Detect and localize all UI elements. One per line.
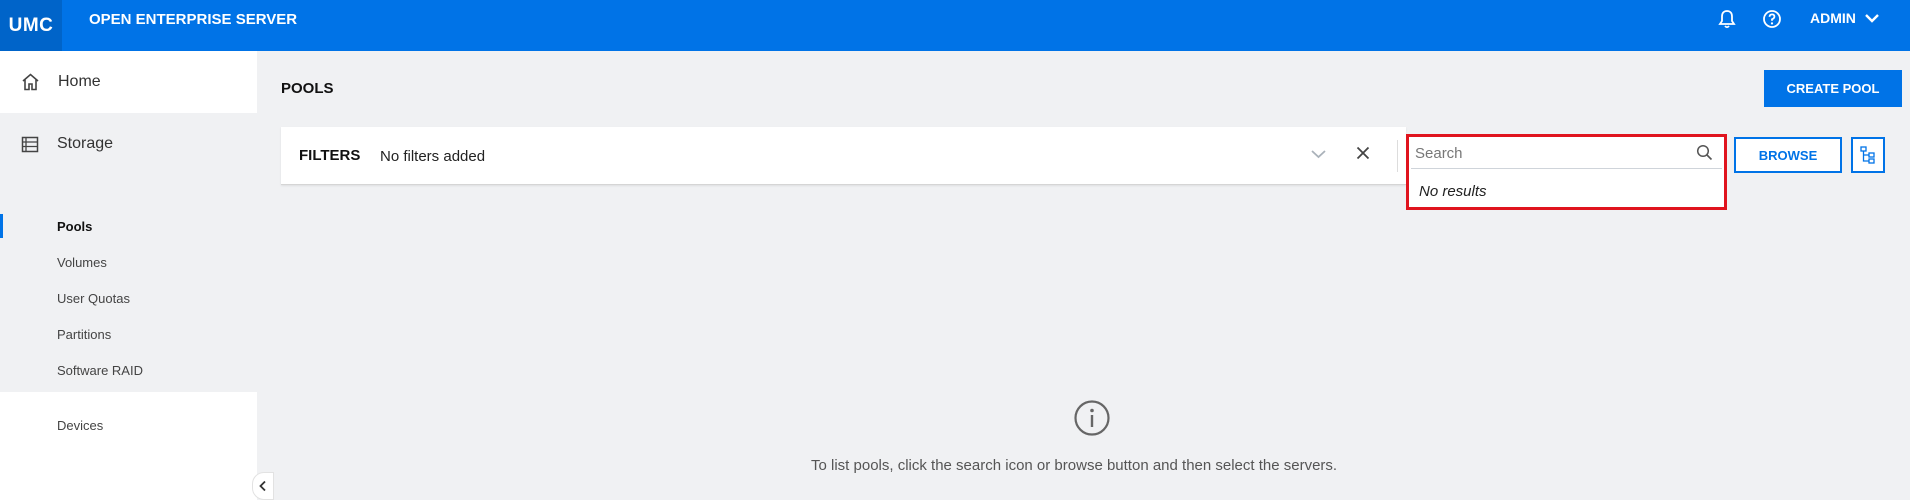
sidebar-item-storage[interactable]: Storage xyxy=(0,113,257,175)
sidebar-item-volumes[interactable]: Volumes xyxy=(0,247,257,277)
sidebar-item-partitions[interactable]: Partitions xyxy=(0,319,257,349)
help-icon[interactable] xyxy=(1761,8,1783,30)
filter-bar: FILTERS No filters added xyxy=(281,127,1406,185)
divider xyxy=(1397,140,1398,172)
sidebar-collapse-button[interactable] xyxy=(252,472,274,500)
browse-button[interactable]: BROWSE xyxy=(1734,137,1842,173)
top-bar: UMC OPEN ENTERPRISE SERVER ADMIN xyxy=(0,0,1910,51)
sidebar-item-software-raid[interactable]: Software RAID xyxy=(0,355,257,385)
create-pool-button[interactable]: CREATE POOL xyxy=(1764,70,1902,107)
tree-view-button[interactable] xyxy=(1851,137,1885,173)
app-title: OPEN ENTERPRISE SERVER xyxy=(89,11,298,28)
sidebar-item-home[interactable]: Home xyxy=(0,51,257,113)
chevron-down-icon xyxy=(1865,14,1879,23)
sidebar-item-pools[interactable]: Pools xyxy=(0,211,257,241)
filters-label: FILTERS xyxy=(299,147,361,164)
home-icon xyxy=(22,73,39,91)
no-results-text: No results xyxy=(1419,183,1487,200)
user-menu[interactable]: ADMIN xyxy=(1810,10,1880,26)
chevron-down-icon[interactable] xyxy=(1310,147,1327,165)
tree-icon xyxy=(1860,146,1875,164)
filters-value: No filters added xyxy=(380,148,486,165)
empty-state-message: To list pools, click the search icon or … xyxy=(811,457,1338,474)
sidebar-item-user-quotas[interactable]: User Quotas xyxy=(0,283,257,313)
search-icon[interactable] xyxy=(1696,144,1713,166)
app-logo[interactable]: UMC xyxy=(0,0,62,51)
sidebar-storage-section: Storage Pools Volumes User Quotas Partit… xyxy=(0,113,257,392)
sidebar: Home Storage Pools Volumes User Quotas P… xyxy=(0,51,257,500)
clear-filters-icon[interactable] xyxy=(1355,145,1371,166)
sidebar-item-label: Storage xyxy=(57,135,114,152)
user-name: ADMIN xyxy=(1810,10,1856,26)
sidebar-item-devices[interactable]: Devices xyxy=(0,410,257,440)
chevron-left-icon xyxy=(259,480,266,492)
bell-icon[interactable] xyxy=(1716,8,1738,30)
info-icon xyxy=(1073,399,1111,442)
sidebar-item-label: Home xyxy=(58,73,101,90)
page-title: POOLS xyxy=(281,80,334,97)
storage-icon xyxy=(21,136,39,152)
search-input[interactable] xyxy=(1411,139,1722,169)
search-dropdown: No results xyxy=(1406,134,1727,210)
